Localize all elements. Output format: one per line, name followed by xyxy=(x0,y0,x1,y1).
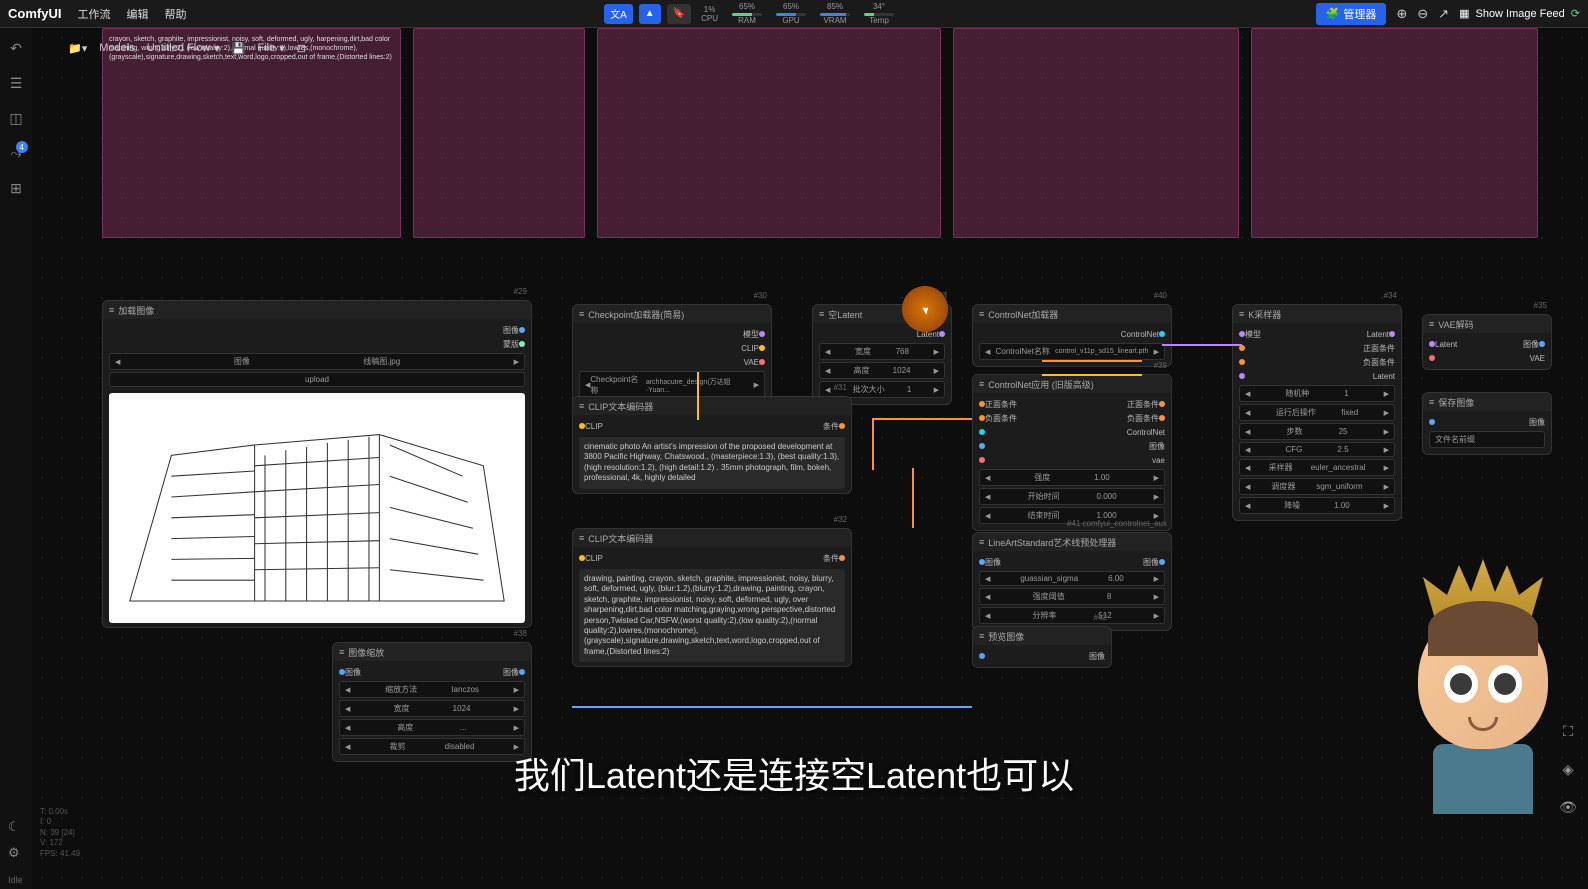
menu-workflow[interactable]: 工作流 xyxy=(77,6,110,22)
settings-controls: ☾ ⚙ xyxy=(8,819,20,861)
node-title: ControlNet加载器 xyxy=(988,308,1058,321)
ram-stat: 65%RAM xyxy=(728,2,766,25)
nodes-icon[interactable]: ⊞ xyxy=(10,180,22,197)
route-icon[interactable]: ⤳4 xyxy=(10,145,21,162)
node-title: VAE解码 xyxy=(1438,318,1473,331)
upload-button[interactable]: upload xyxy=(109,372,525,387)
node-title: ControlNet应用 (旧版高级) xyxy=(988,378,1094,391)
refresh-icon: ⟳ xyxy=(1571,7,1580,20)
node-controlnet-loader[interactable]: #40 ≡ControlNet加载器 ControlNet ◀ControlNe… xyxy=(972,304,1172,367)
zoom-in-icon[interactable]: ⊕ xyxy=(1396,6,1407,22)
node-ksampler[interactable]: #34 ≡K采样器 模型Latent 正面条件 负面条件 Latent ◀随机种… xyxy=(1232,304,1402,521)
node-title: Checkpoint加载器(简易) xyxy=(588,308,684,321)
app-logo: ComfyUI xyxy=(8,6,61,21)
sub-bar: 📁▾ Models Untitled Flow ▾ 💾 File ▾ ⊡ xyxy=(60,34,314,62)
cube-icon[interactable]: ◫ xyxy=(9,110,22,127)
prompt-text[interactable]: cinematic photo An artist's impression o… xyxy=(579,437,845,489)
list-icon[interactable]: ☰ xyxy=(10,75,23,92)
status-text: Idle xyxy=(8,875,23,885)
prompt-text[interactable]: drawing, painting, crayon, sketch, graph… xyxy=(579,569,845,662)
node-title: 保存图像 xyxy=(1438,396,1474,409)
flow-name[interactable]: Untitled Flow ▾ xyxy=(147,42,220,55)
top-bar: ComfyUI 工作流 编辑 帮助 文A ▲ 🔖 1%CPU 65%RAM 65… xyxy=(0,0,1588,28)
node-title: 空Latent xyxy=(828,308,862,321)
cpu-stat: 1%CPU xyxy=(697,5,722,23)
cursor-highlight xyxy=(902,286,948,332)
node-title: CLIP文本编码器 xyxy=(588,532,653,545)
node-controlnet-apply[interactable]: #39 ≡ControlNet应用 (旧版高级) 正面条件正面条件 负面条件负面… xyxy=(972,374,1172,531)
node-image-scale[interactable]: #38 ≡图像缩放 图像图像 ◀缩放方法lanczos▶ ◀宽度1024▶ ◀高… xyxy=(332,642,532,762)
moon-icon[interactable]: ☾ xyxy=(8,819,20,835)
video-subtitle: 我们Latent还是连接空Latent也可以 xyxy=(514,747,1074,799)
node-load-image[interactable]: #29 ≡加载图像 图像 蒙版 ◀图像线稿图.jpg▶ upload xyxy=(102,300,532,628)
puzzle-icon: 🧩 xyxy=(1326,7,1340,20)
node-clip-negative[interactable]: #32 ≡CLIP文本编码器 CLIP条件 drawing, painting,… xyxy=(572,528,852,667)
node-title: 预览图像 xyxy=(988,630,1024,643)
undo-icon[interactable]: ↶ xyxy=(10,40,22,57)
file-menu[interactable]: File ▾ xyxy=(258,42,285,55)
left-sidebar: ↶ ☰ ◫ ⤳4 ⊞ xyxy=(0,28,32,889)
vram-stat: 85%VRAM xyxy=(816,2,854,25)
preview-image-1 xyxy=(413,28,586,238)
node-title: CLIP文本编码器 xyxy=(588,400,653,413)
zoom-out-icon[interactable]: ⊖ xyxy=(1417,6,1428,22)
node-title: K采样器 xyxy=(1248,308,1281,321)
theme-button[interactable]: ▲ xyxy=(639,4,661,24)
canvas-stats: T: 0.00s I: 0 N: 39 [24] V: 172 FPS: 41.… xyxy=(40,807,80,859)
reset-button[interactable]: ⊡ xyxy=(297,42,306,55)
node-save-image[interactable]: ≡保存图像 图像 文件名前缀 xyxy=(1422,392,1552,455)
models-button[interactable]: Models xyxy=(99,42,134,54)
translate-button[interactable]: 文A xyxy=(604,4,633,24)
temp-stat: 34°Temp xyxy=(860,2,898,25)
node-checkpoint-loader[interactable]: #30 ≡Checkpoint加载器(简易) 模型 CLIP VAE ◀Chec… xyxy=(572,304,772,406)
avatar-character xyxy=(1388,559,1578,839)
image-select[interactable]: ◀图像线稿图.jpg▶ xyxy=(109,353,525,370)
node-clip-positive[interactable]: #31 ≡CLIP文本编码器 CLIP条件 cinematic photo An… xyxy=(572,396,852,494)
preview-image-3 xyxy=(953,28,1240,238)
share-icon[interactable]: ↗ xyxy=(1438,6,1449,22)
node-lineart-preprocessor[interactable]: #41 comfyui_controlnet_aux ≡LineArtStand… xyxy=(972,532,1172,631)
node-title: 加载图像 xyxy=(118,304,154,317)
menu-help[interactable]: 帮助 xyxy=(164,6,186,22)
node-title: LineArtStandard艺术线预处理器 xyxy=(988,536,1116,549)
node-title: 图像缩放 xyxy=(348,646,384,659)
folder-button[interactable]: 📁▾ xyxy=(68,42,87,55)
preview-strip: crayon, sketch, graphite, impressionist,… xyxy=(102,28,1538,238)
gear-icon[interactable]: ⚙ xyxy=(8,845,20,861)
image-feed-toggle[interactable]: ▦Show Image Feed⟳ xyxy=(1459,7,1580,20)
preview-image-2 xyxy=(597,28,941,238)
node-preview-image[interactable]: #42 ≡预览图像 图像 xyxy=(972,626,1112,668)
save-button[interactable]: 💾 xyxy=(232,42,246,55)
menu-edit[interactable]: 编辑 xyxy=(126,6,148,22)
node-vae-decode[interactable]: #35 ≡VAE解码 Latent图像 VAE xyxy=(1422,314,1552,370)
sketch-preview xyxy=(109,393,525,623)
manager-button[interactable]: 🧩管理器 xyxy=(1316,3,1387,25)
grid-icon: ▦ xyxy=(1459,7,1469,20)
gpu-stat: 65%GPU xyxy=(772,2,810,25)
preview-image-4 xyxy=(1251,28,1538,238)
bookmark-button[interactable]: 🔖 xyxy=(667,4,691,24)
